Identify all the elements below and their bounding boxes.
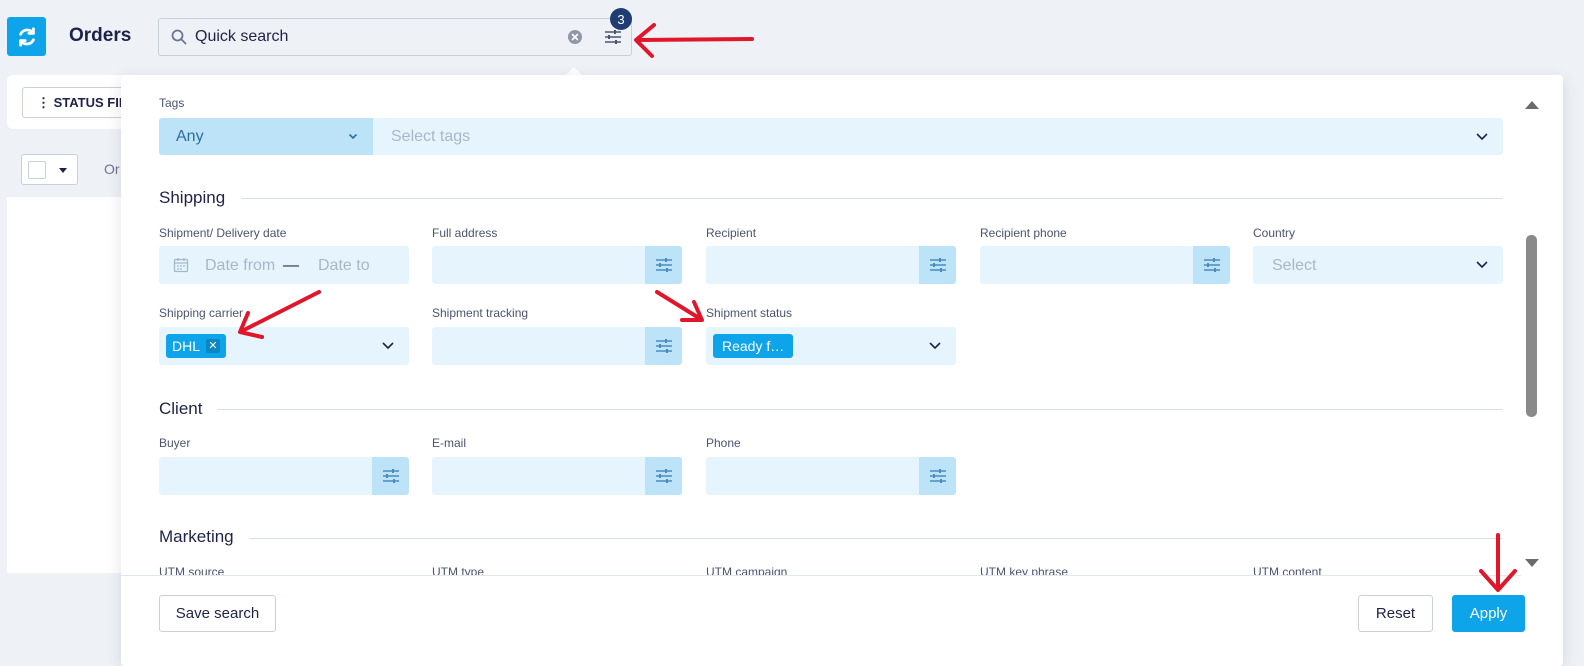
buyer-input[interactable] [159,457,409,495]
remove-chip-icon[interactable]: ✕ [206,339,221,353]
tags-mode-select[interactable]: Any [159,118,373,155]
shipping-divider [159,198,1503,199]
sliders-icon [655,339,672,353]
status-chip[interactable]: Ready f… [713,334,794,358]
chevron-down-icon [1476,261,1488,269]
marketing-divider [159,538,1503,539]
date-separator: — [283,257,299,274]
scroll-down-arrow[interactable] [1525,559,1539,567]
select-all-dropdown[interactable] [21,154,78,185]
phone-label: Phone [706,436,741,450]
utm-key-phrase-label: UTM key phrase [980,565,1069,575]
chevron-down-icon [1476,133,1488,141]
shipment-status-label: Shipment status [706,306,793,320]
recipient-label: Recipient [706,226,757,240]
chevron-down-icon [348,133,358,140]
country-select[interactable]: Select [1253,246,1503,284]
country-placeholder: Select [1272,257,1317,274]
save-search-button[interactable]: Save search [159,595,276,632]
client-section-title: Client [159,399,219,419]
tracking-mode-button[interactable] [645,327,682,365]
sliders-icon [382,469,399,483]
country-label: Country [1253,226,1296,240]
clear-icon[interactable] [568,30,582,44]
caret-down-icon [59,168,67,173]
full-address-mode-button[interactable] [645,246,682,284]
utm-type-label: UTM type [432,565,485,575]
client-divider [159,409,1503,410]
calendar-icon [173,258,189,273]
carrier-chip-label: DHL [172,338,201,354]
status-chip-label: Ready f… [722,338,785,354]
email-input[interactable] [432,457,682,495]
full-address-input[interactable] [432,246,682,284]
page-title: Orders [69,25,132,46]
reset-button[interactable]: Reset [1358,595,1433,632]
scrollbar-thumb[interactable] [1526,235,1537,417]
delivery-date-label: Shipment/ Delivery date [159,226,287,240]
full-address-label: Full address [432,226,498,240]
shipment-tracking-label: Shipment tracking [432,306,529,320]
filter-panel-content: Tags Any Select tags Shipping Shipment/ … [121,75,1521,575]
sliders-icon [1203,258,1220,272]
arrow-to-filter-toggle [634,23,754,58]
shipping-section-title: Shipping [159,188,242,208]
sliders-icon [655,469,672,483]
marketing-section-title: Marketing [159,527,250,547]
tags-select[interactable]: Select tags [373,118,1503,155]
shipment-status-select[interactable]: Ready f… [706,327,956,365]
phone-input[interactable] [706,457,956,495]
sliders-icon [929,258,946,272]
filter-count-badge: 3 [610,8,632,30]
tags-placeholder: Select tags [391,128,471,145]
footer-divider [121,575,1521,576]
utm-campaign-label: UTM campaign [706,565,788,575]
carrier-chip[interactable]: DHL ✕ [166,334,227,358]
chevron-down-icon [929,342,941,350]
tags-mode-value: Any [176,128,204,145]
search-input[interactable] [195,19,555,55]
quick-search[interactable] [158,18,595,56]
shipment-tracking-input[interactable] [432,327,682,365]
shipping-carrier-select[interactable]: DHL ✕ [159,327,409,365]
shipping-carrier-label: Shipping carrier [159,306,244,320]
buyer-mode-button[interactable] [372,457,409,495]
refresh-icon [18,26,35,47]
select-all-checkbox[interactable] [28,161,46,179]
recipient-phone-mode-button[interactable] [1193,246,1230,284]
orders-column-label: Or [104,161,120,177]
sliders-icon [655,258,672,272]
recipient-phone-label: Recipient phone [980,226,1067,240]
chevron-down-icon [382,342,394,350]
filter-panel: Tags Any Select tags Shipping Shipment/ … [121,75,1563,666]
date-from-input[interactable]: Date from [205,257,275,275]
recipient-input[interactable] [706,246,956,284]
search-icon [171,29,187,45]
tags-label: Tags [159,96,185,110]
buyer-label: Buyer [159,436,191,450]
sliders-icon [929,469,946,483]
refresh-button[interactable] [7,17,46,56]
scroll-up-arrow[interactable] [1525,101,1539,109]
delivery-date-range[interactable]: Date from — Date to [159,246,409,284]
phone-mode-button[interactable] [919,457,956,495]
sliders-icon [604,30,621,44]
recipient-phone-input[interactable] [980,246,1230,284]
email-mode-button[interactable] [645,457,682,495]
recipient-mode-button[interactable] [919,246,956,284]
email-label: E-mail [432,436,467,450]
apply-button[interactable]: Apply [1452,595,1525,632]
date-to-input[interactable]: Date to [318,257,370,275]
utm-content-label: UTM content [1253,565,1322,575]
utm-source-label: UTM source [159,565,225,575]
